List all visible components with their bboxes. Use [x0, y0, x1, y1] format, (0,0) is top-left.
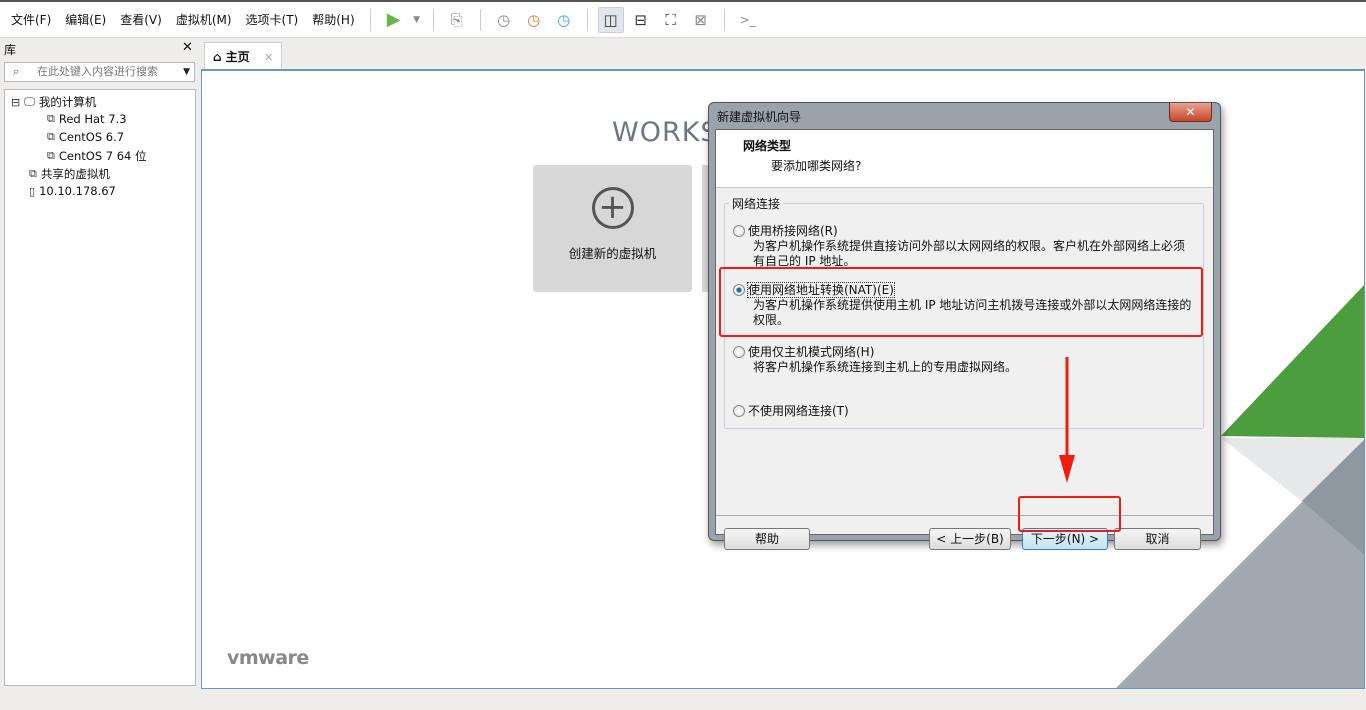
- menu-bar: 文件(F) 编辑(E) 查看(V) 虚拟机(M) 选项卡(T) 帮助(H) ▶ …: [0, 0, 1366, 38]
- status-bar: [0, 689, 1366, 710]
- snapshot-manager-icon[interactable]: ◷: [551, 7, 577, 33]
- close-icon[interactable]: ✕: [1169, 103, 1212, 122]
- dialog-title: 新建虚拟机向导: [717, 110, 802, 124]
- library-view-icon[interactable]: ◫: [597, 6, 624, 33]
- cancel-button[interactable]: 取消: [1114, 528, 1201, 550]
- computer-icon: 🖵: [24, 95, 35, 108]
- collapse-icon[interactable]: ⊟: [11, 96, 20, 109]
- tree-label: 我的计算机: [38, 95, 97, 109]
- option-label: 不使用网络连接(T): [748, 404, 849, 418]
- tree-item-vm[interactable]: ⧉ Red Hat 7.3: [47, 112, 127, 126]
- back-button[interactable]: < 上一步(B): [929, 528, 1011, 550]
- vm-icon: ⧉: [47, 130, 55, 143]
- divider: [432, 8, 434, 31]
- menu-edit[interactable]: 编辑(E): [58, 11, 113, 28]
- tree-label: 10.10.178.67: [39, 184, 116, 198]
- plus-icon: +: [591, 187, 634, 229]
- option-no-network[interactable]: 不使用网络连接(T): [733, 404, 849, 419]
- thumbnail-view-icon[interactable]: ⊟: [628, 7, 654, 33]
- divider: [716, 515, 1213, 516]
- option-description: 为客户机操作系统提供直接访问外部以太网网络的权限。客户机在外部网络上必须有自己的…: [753, 239, 1186, 268]
- option-label: 使用桥接网络(R): [748, 224, 838, 238]
- play-icon[interactable]: ▶: [381, 7, 407, 33]
- green-triangle: [1221, 285, 1364, 438]
- option-host-only[interactable]: 使用仅主机模式网络(H) 将客户机操作系统连接到主机上的专用虚拟网络。: [733, 345, 1193, 375]
- tab-home[interactable]: ⌂ 主页 ×: [204, 42, 282, 70]
- menu-view[interactable]: 查看(V): [113, 11, 169, 28]
- tree-label: 共享的虚拟机: [40, 167, 110, 181]
- header-title: 网络类型: [743, 139, 792, 153]
- library-title: 库: [4, 43, 17, 57]
- home-icon: ⌂: [213, 49, 222, 64]
- revert-snapshot-icon[interactable]: ◷: [521, 7, 547, 33]
- tree-item-remote-host[interactable]: ▯ 10.10.178.67: [29, 184, 116, 198]
- annotation-highlight-nat: [719, 267, 1203, 337]
- tree-item-vm[interactable]: ⧉ CentOS 6.7: [47, 130, 124, 144]
- radio-button[interactable]: [733, 346, 745, 358]
- tree-item-shared[interactable]: ⧉ 共享的虚拟机: [29, 166, 110, 182]
- annotation-highlight-next: [1018, 496, 1121, 532]
- snapshot-icon[interactable]: ◷: [491, 7, 517, 33]
- menu-tabs[interactable]: 选项卡(T): [239, 11, 306, 28]
- create-vm-label: 创建新的虚拟机: [568, 246, 657, 261]
- library-panel: 库 ✕ ⌕ 在此处键入内容进行搜索 ▼ ⊟ 🖵 我的计算机 ⧉ Red Hat 7.3…: [0, 38, 200, 688]
- send-keys-icon[interactable]: ⎘: [444, 7, 470, 33]
- library-tree: ⊟ 🖵 我的计算机 ⧉ Red Hat 7.3 ⧉ CentOS 6.7 ⧉ CentOS…: [4, 89, 196, 686]
- workstation-heading: WORKS: [612, 117, 719, 148]
- option-label: 使用仅主机模式网络(H): [748, 345, 875, 359]
- menu-vm[interactable]: 虚拟机(M): [169, 11, 239, 28]
- option-bridged[interactable]: 使用桥接网络(R) 为客户机操作系统提供直接访问外部以太网网络的权限。客户机在外…: [733, 224, 1193, 269]
- search-icon: ⌕: [13, 65, 20, 78]
- vm-icon: ⧉: [47, 149, 55, 162]
- tab-label: 主页: [225, 50, 250, 64]
- group-label: 网络连接: [729, 195, 784, 212]
- annotation-arrow-icon: [1059, 357, 1075, 483]
- tree-label: Red Hat 7.3: [58, 112, 127, 126]
- console-icon[interactable]: >_: [735, 7, 761, 33]
- divider: [723, 8, 725, 31]
- tab-bar: ⌂ 主页 ×: [201, 38, 1366, 70]
- tree-label: CentOS 7 64 位: [58, 149, 147, 163]
- server-icon: ▯: [29, 184, 36, 198]
- tree-item-my-computer[interactable]: ⊟ 🖵 我的计算机: [11, 94, 96, 110]
- shared-vm-icon: ⧉: [29, 167, 37, 180]
- header-subtitle: 要添加哪类网络?: [771, 159, 862, 173]
- fullscreen-icon[interactable]: ⛶: [658, 7, 684, 33]
- menu-file[interactable]: 文件(F): [4, 11, 58, 28]
- vm-icon: ⧉: [47, 112, 55, 125]
- vmware-logo: vmware: [227, 647, 309, 669]
- tab-close-icon[interactable]: ×: [264, 50, 274, 64]
- wizard-header: 网络类型 要添加哪类网络?: [716, 130, 1213, 188]
- divider: [586, 8, 588, 31]
- help-button[interactable]: 帮助: [724, 528, 810, 550]
- tree-item-vm[interactable]: ⧉ CentOS 7 64 位: [47, 148, 147, 164]
- unity-icon[interactable]: ⊠: [688, 7, 714, 33]
- search-placeholder: 在此处键入内容进行搜索: [37, 65, 158, 78]
- chevron-down-icon[interactable]: ▼: [183, 63, 190, 81]
- play-dropdown-icon[interactable]: ▼: [411, 7, 423, 33]
- close-icon[interactable]: ✕: [182, 40, 193, 55]
- menu-help[interactable]: 帮助(H): [305, 11, 361, 28]
- search-input[interactable]: ⌕ 在此处键入内容进行搜索 ▼: [4, 62, 195, 82]
- create-vm-button[interactable]: + 创建新的虚拟机: [533, 165, 692, 292]
- radio-button[interactable]: [733, 405, 745, 417]
- tree-label: CentOS 6.7: [58, 130, 125, 144]
- option-description: 将客户机操作系统连接到主机上的专用虚拟网络。: [753, 360, 1018, 374]
- radio-button[interactable]: [733, 225, 745, 237]
- divider: [369, 8, 371, 31]
- divider: [479, 8, 481, 31]
